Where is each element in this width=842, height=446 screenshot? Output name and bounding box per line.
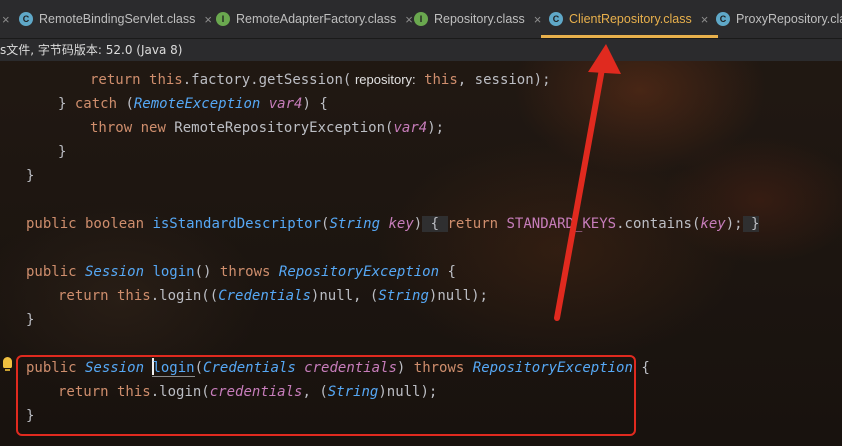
code-line: } catch (RemoteException var4) { [58,96,328,112]
annotation-highlight-box [16,355,636,436]
close-icon[interactable]: × [2,12,10,27]
interface-icon: I [414,12,428,26]
tab-remote-adapter-factory[interactable]: I RemoteAdapterFactory.class × [216,0,413,38]
code-line: public Session login() throws Repository… [26,264,456,280]
tab-remote-binding-servlet[interactable]: C RemoteBindingServlet.class × [19,0,212,38]
class-icon: C [716,12,730,26]
code-line: return this.factory.getSession( reposito… [90,72,551,88]
close-icon[interactable]: × [405,12,413,27]
code-line: } [26,168,35,184]
tab-client-repository[interactable]: C ClientRepository.class × [541,0,719,38]
class-icon: C [549,12,563,26]
intention-bulb-icon[interactable] [3,357,12,371]
class-icon: C [19,12,33,26]
code-line: } [26,312,35,328]
editor-tab-bar: × C RemoteBindingServlet.class × I Remot… [0,0,842,39]
tab-label: Repository.class [434,12,525,26]
active-tab-indicator [541,35,719,38]
code-line: public boolean isStandardDescriptor(Stri… [26,216,760,232]
tab-label: ProxyRepository.clas [736,12,842,26]
tab-proxy-repository[interactable]: C ProxyRepository.clas [716,0,842,38]
interface-icon: I [216,12,230,26]
tab-label: RemoteBindingServlet.class [39,12,196,26]
code-line: return this.login((Credentials)null, (St… [58,288,488,304]
code-line: throw new RemoteRepositoryException(var4… [90,120,445,136]
decompiled-info-bar: s文件, 字节码版本: 52.0 (Java 8) [0,39,842,61]
close-icon[interactable]: × [701,12,709,27]
tab-label: RemoteAdapterFactory.class [236,12,397,26]
close-icon[interactable]: × [534,12,542,27]
close-icon[interactable]: × [204,12,212,27]
bytecode-version-text: s文件, 字节码版本: 52.0 (Java 8) [0,43,183,57]
tab-repository[interactable]: I Repository.class × [414,0,541,38]
code-line: } [58,144,67,160]
tab-label: ClientRepository.class [569,12,692,26]
